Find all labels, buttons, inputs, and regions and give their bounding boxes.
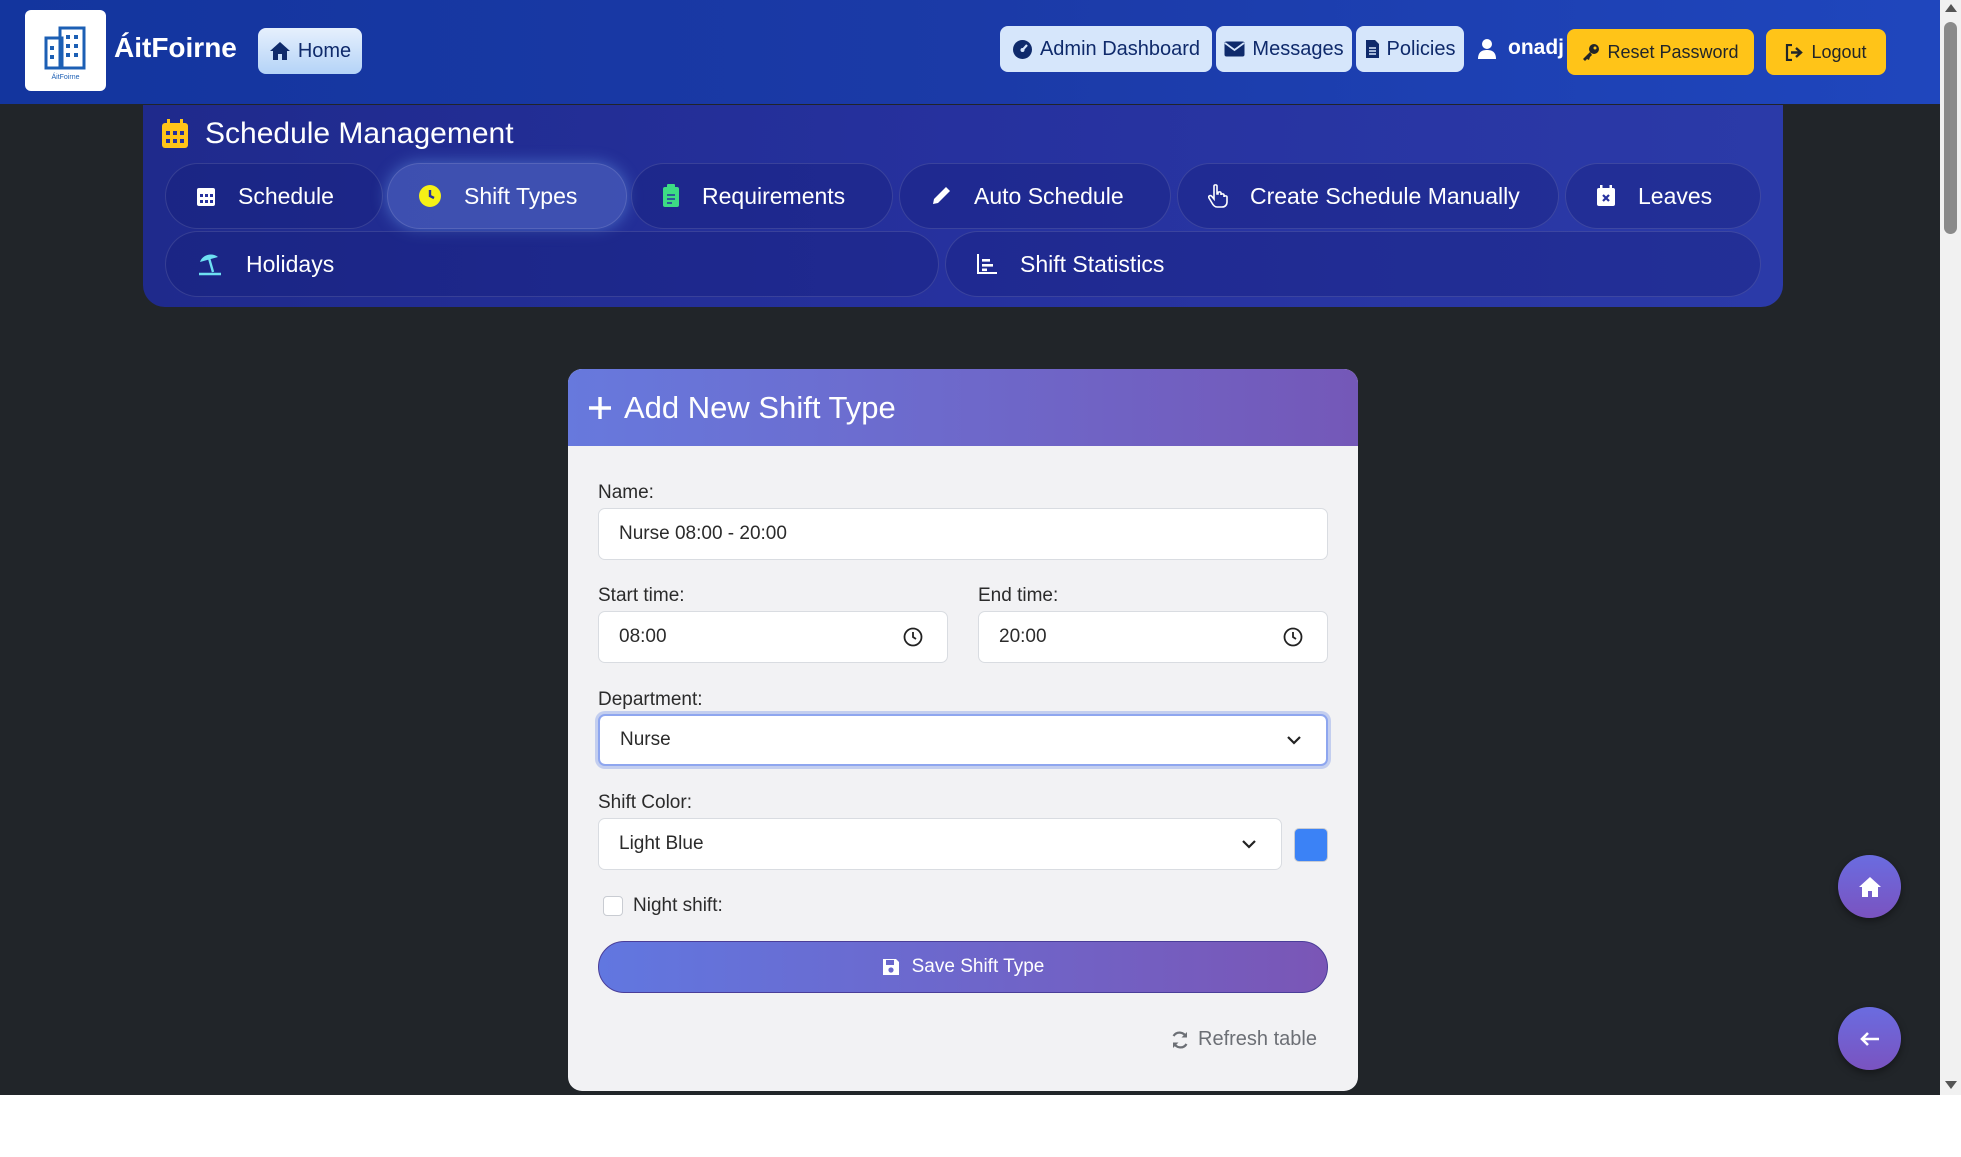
floating-back-button[interactable] [1838, 1007, 1901, 1070]
save-label: Save Shift Type [911, 956, 1045, 977]
home-icon [269, 42, 290, 60]
app-viewport: ÁitFoirne ÁitFoirne Home Admin Dashboard… [0, 0, 1940, 1095]
calendar-x-icon [1597, 185, 1615, 206]
policies-label: Policies [1386, 37, 1456, 60]
start-time-value: 08:00 [619, 626, 667, 647]
username: onadj [1508, 36, 1564, 59]
bar-chart-icon [977, 254, 997, 274]
home-button[interactable]: Home [258, 28, 362, 74]
card-header: Add New Shift Type [568, 369, 1358, 446]
umbrella-beach-icon [199, 254, 221, 276]
end-time-label: End time: [978, 585, 1059, 606]
night-shift-label: Night shift: [633, 895, 723, 916]
night-shift-checkbox[interactable] [603, 896, 623, 916]
brand-name[interactable]: ÁitFoirne [114, 32, 237, 64]
tab-requirements[interactable]: Requirements [631, 163, 893, 229]
clock-icon[interactable] [1283, 627, 1303, 647]
panel-title: Schedule Management [161, 117, 514, 151]
logo-caption: ÁitFoirne [51, 74, 80, 81]
envelope-icon [1224, 41, 1245, 57]
tab-label: Shift Types [464, 182, 578, 209]
top-navbar: ÁitFoirne ÁitFoirne Home Admin Dashboard… [0, 0, 1940, 104]
logout-label: Logout [1811, 41, 1867, 62]
add-shift-type-card: Add New Shift Type Name: Nurse 08:00 - 2… [568, 369, 1358, 1091]
home-icon [1858, 876, 1881, 897]
policies-button[interactable]: Policies [1356, 26, 1464, 72]
start-time-label: Start time: [598, 585, 685, 606]
tab-auto-schedule[interactable]: Auto Schedule [899, 163, 1171, 229]
user-menu[interactable]: onadj [1478, 36, 1564, 60]
sign-out-icon [1786, 43, 1804, 61]
tab-leaves[interactable]: Leaves [1565, 163, 1761, 229]
name-label: Name: [598, 482, 654, 503]
clock-icon[interactable] [903, 627, 923, 647]
name-value: Nurse 08:00 - 20:00 [619, 523, 787, 544]
document-icon [1365, 40, 1379, 58]
hand-pointer-icon [1208, 184, 1228, 208]
admin-dashboard-button[interactable]: Admin Dashboard [1000, 26, 1212, 72]
tab-holidays[interactable]: Holidays [165, 231, 939, 297]
tab-schedule[interactable]: Schedule [165, 163, 383, 229]
admin-dashboard-label: Admin Dashboard [1039, 37, 1201, 60]
key-icon [1583, 44, 1600, 61]
save-shift-type-button[interactable]: Save Shift Type [598, 941, 1328, 993]
building-icon [44, 26, 85, 70]
vertical-scrollbar[interactable] [1940, 0, 1961, 1095]
chevron-down-icon [1287, 736, 1301, 745]
calendar-icon [162, 119, 188, 148]
tab-create-schedule-manually[interactable]: Create Schedule Manually [1177, 163, 1559, 229]
gauge-icon [1012, 39, 1032, 59]
floating-home-button[interactable] [1838, 855, 1901, 918]
end-time-input[interactable]: 20:00 [978, 611, 1328, 663]
tab-shift-statistics[interactable]: Shift Statistics [945, 231, 1761, 297]
department-label: Department: [598, 689, 703, 710]
shift-color-label: Shift Color: [598, 792, 692, 813]
refresh-label: Refresh table [1198, 1028, 1317, 1050]
refresh-table-link[interactable]: Refresh table [1170, 1028, 1317, 1051]
shift-color-select[interactable]: Light Blue [598, 818, 1282, 870]
panel-title-text: Schedule Management [205, 117, 514, 150]
tab-shift-types[interactable]: Shift Types [387, 163, 627, 229]
messages-label: Messages [1252, 37, 1344, 60]
refresh-icon [1172, 1031, 1188, 1048]
clipboard-icon [663, 184, 679, 207]
tab-label: Create Schedule Manually [1250, 182, 1520, 209]
start-time-input[interactable]: 08:00 [598, 611, 948, 663]
name-input[interactable]: Nurse 08:00 - 20:00 [598, 508, 1328, 560]
clock-icon [419, 185, 441, 207]
end-time-value: 20:00 [999, 626, 1047, 647]
shift-color-value: Light Blue [619, 833, 704, 854]
calendar-icon [197, 188, 215, 206]
department-value: Nurse [620, 729, 671, 750]
card-title: Add New Shift Type [624, 389, 896, 425]
tab-label: Holidays [246, 250, 335, 277]
scroll-thumb[interactable] [1944, 22, 1957, 234]
brand-logo[interactable]: ÁitFoirne [25, 10, 106, 91]
arrow-left-icon [1859, 1031, 1879, 1046]
reset-password-label: Reset Password [1607, 41, 1739, 62]
tab-label: Requirements [702, 182, 846, 209]
home-label: Home [297, 39, 352, 62]
tab-label: Schedule [238, 182, 334, 209]
chevron-down-icon [1242, 840, 1256, 849]
tab-label: Leaves [1638, 182, 1713, 209]
schedule-management-panel: Schedule Management Schedule Shift Types… [143, 105, 1783, 307]
scroll-down-arrow[interactable] [1945, 1081, 1957, 1089]
color-swatch[interactable] [1294, 828, 1328, 862]
pencil-icon [933, 187, 950, 204]
user-icon [1478, 38, 1496, 59]
messages-button[interactable]: Messages [1216, 26, 1352, 72]
floppy-disk-icon [882, 959, 899, 975]
plus-icon [589, 396, 611, 419]
department-select[interactable]: Nurse [598, 714, 1328, 766]
scroll-up-arrow[interactable] [1945, 4, 1957, 12]
tab-label: Shift Statistics [1020, 250, 1165, 277]
reset-password-button[interactable]: Reset Password [1567, 29, 1754, 75]
tab-label: Auto Schedule [974, 182, 1124, 209]
logout-button[interactable]: Logout [1766, 29, 1886, 75]
